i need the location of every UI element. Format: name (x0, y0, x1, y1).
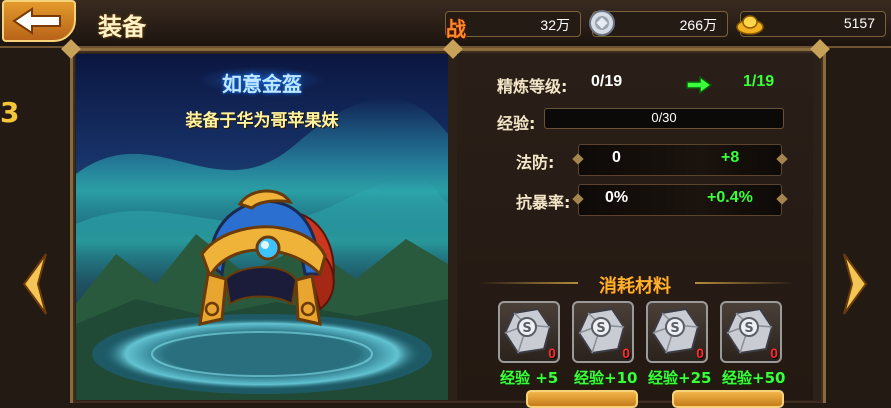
partial-left-label: 3 (0, 96, 20, 129)
stat-bonus: +8 (721, 149, 740, 166)
silver-value: 266万 (679, 17, 717, 33)
golden-helmet-icon (198, 189, 335, 326)
power-display: 战 32万 (445, 11, 581, 41)
top-bar: 装备 战 32万 266万 5157 (0, 0, 891, 48)
materials-title: 消耗材料 (599, 276, 671, 297)
svg-text:S: S (596, 321, 605, 336)
material-slot[interactable]: S0 (572, 301, 634, 363)
silver-coin-icon (589, 10, 615, 36)
silver-stone-icon: S (503, 307, 552, 355)
page-title: 装备 (98, 13, 146, 41)
material-slot[interactable]: S0 (498, 301, 560, 363)
experience-label: 经验: (497, 114, 536, 133)
material-slot[interactable]: S0 (646, 301, 708, 363)
experience-value: 0/30 (651, 110, 677, 125)
silver-stone-icon: S (577, 307, 626, 355)
material-count: 0 (770, 345, 778, 361)
silver-stone-icon: S (725, 307, 774, 355)
experience-bar: 0/30 (544, 108, 784, 129)
material-count: 0 (622, 345, 630, 361)
stat-value: 0 (612, 149, 621, 166)
stat-label: 抗暴率: (516, 193, 571, 212)
back-arrow-icon (12, 7, 61, 35)
refine-level-label: 精炼等级: (497, 77, 568, 96)
silver-stone-icon: S (651, 307, 700, 355)
item-showcase: 如意金盔 装备于华为哥苹果妹 (76, 54, 448, 400)
gold-ingot-icon (736, 15, 764, 35)
stat-label: 法防: (516, 153, 555, 172)
gold-value: 5157 (843, 15, 875, 31)
svg-text:S: S (670, 321, 679, 336)
gold-display: 5157 (736, 11, 886, 37)
refine-button[interactable] (526, 390, 638, 408)
auto-refine-button[interactable] (672, 390, 784, 408)
material-count: 0 (696, 345, 704, 361)
next-item-arrow-icon[interactable] (840, 252, 870, 316)
material-slot[interactable]: S0 (720, 301, 782, 363)
power-value: 32万 (540, 17, 570, 33)
item-name: 如意金盔 (222, 72, 302, 96)
material-exp-label: 经验 +5 (500, 369, 559, 387)
material-exp-label: 经验+50 (722, 369, 786, 387)
equipped-on-text: 装备于华为哥苹果妹 (185, 111, 339, 131)
stat-row-magic-defense (578, 144, 782, 176)
silver-display: 266万 (589, 10, 728, 37)
svg-text:S: S (522, 321, 531, 336)
previous-item-arrow-icon[interactable] (20, 252, 50, 316)
refine-level-current: 0/19 (591, 73, 623, 90)
green-right-arrow-icon (686, 76, 712, 94)
stat-bonus: +0.4% (707, 189, 753, 206)
stat-value: 0% (605, 189, 629, 206)
material-exp-label: 经验+10 (574, 369, 638, 387)
refine-level-next: 1/19 (743, 73, 775, 90)
svg-text:S: S (744, 321, 753, 336)
back-button[interactable] (2, 0, 76, 42)
material-count: 0 (548, 345, 556, 361)
material-exp-label: 经验+25 (648, 369, 712, 387)
power-icon: 战 (446, 17, 466, 41)
